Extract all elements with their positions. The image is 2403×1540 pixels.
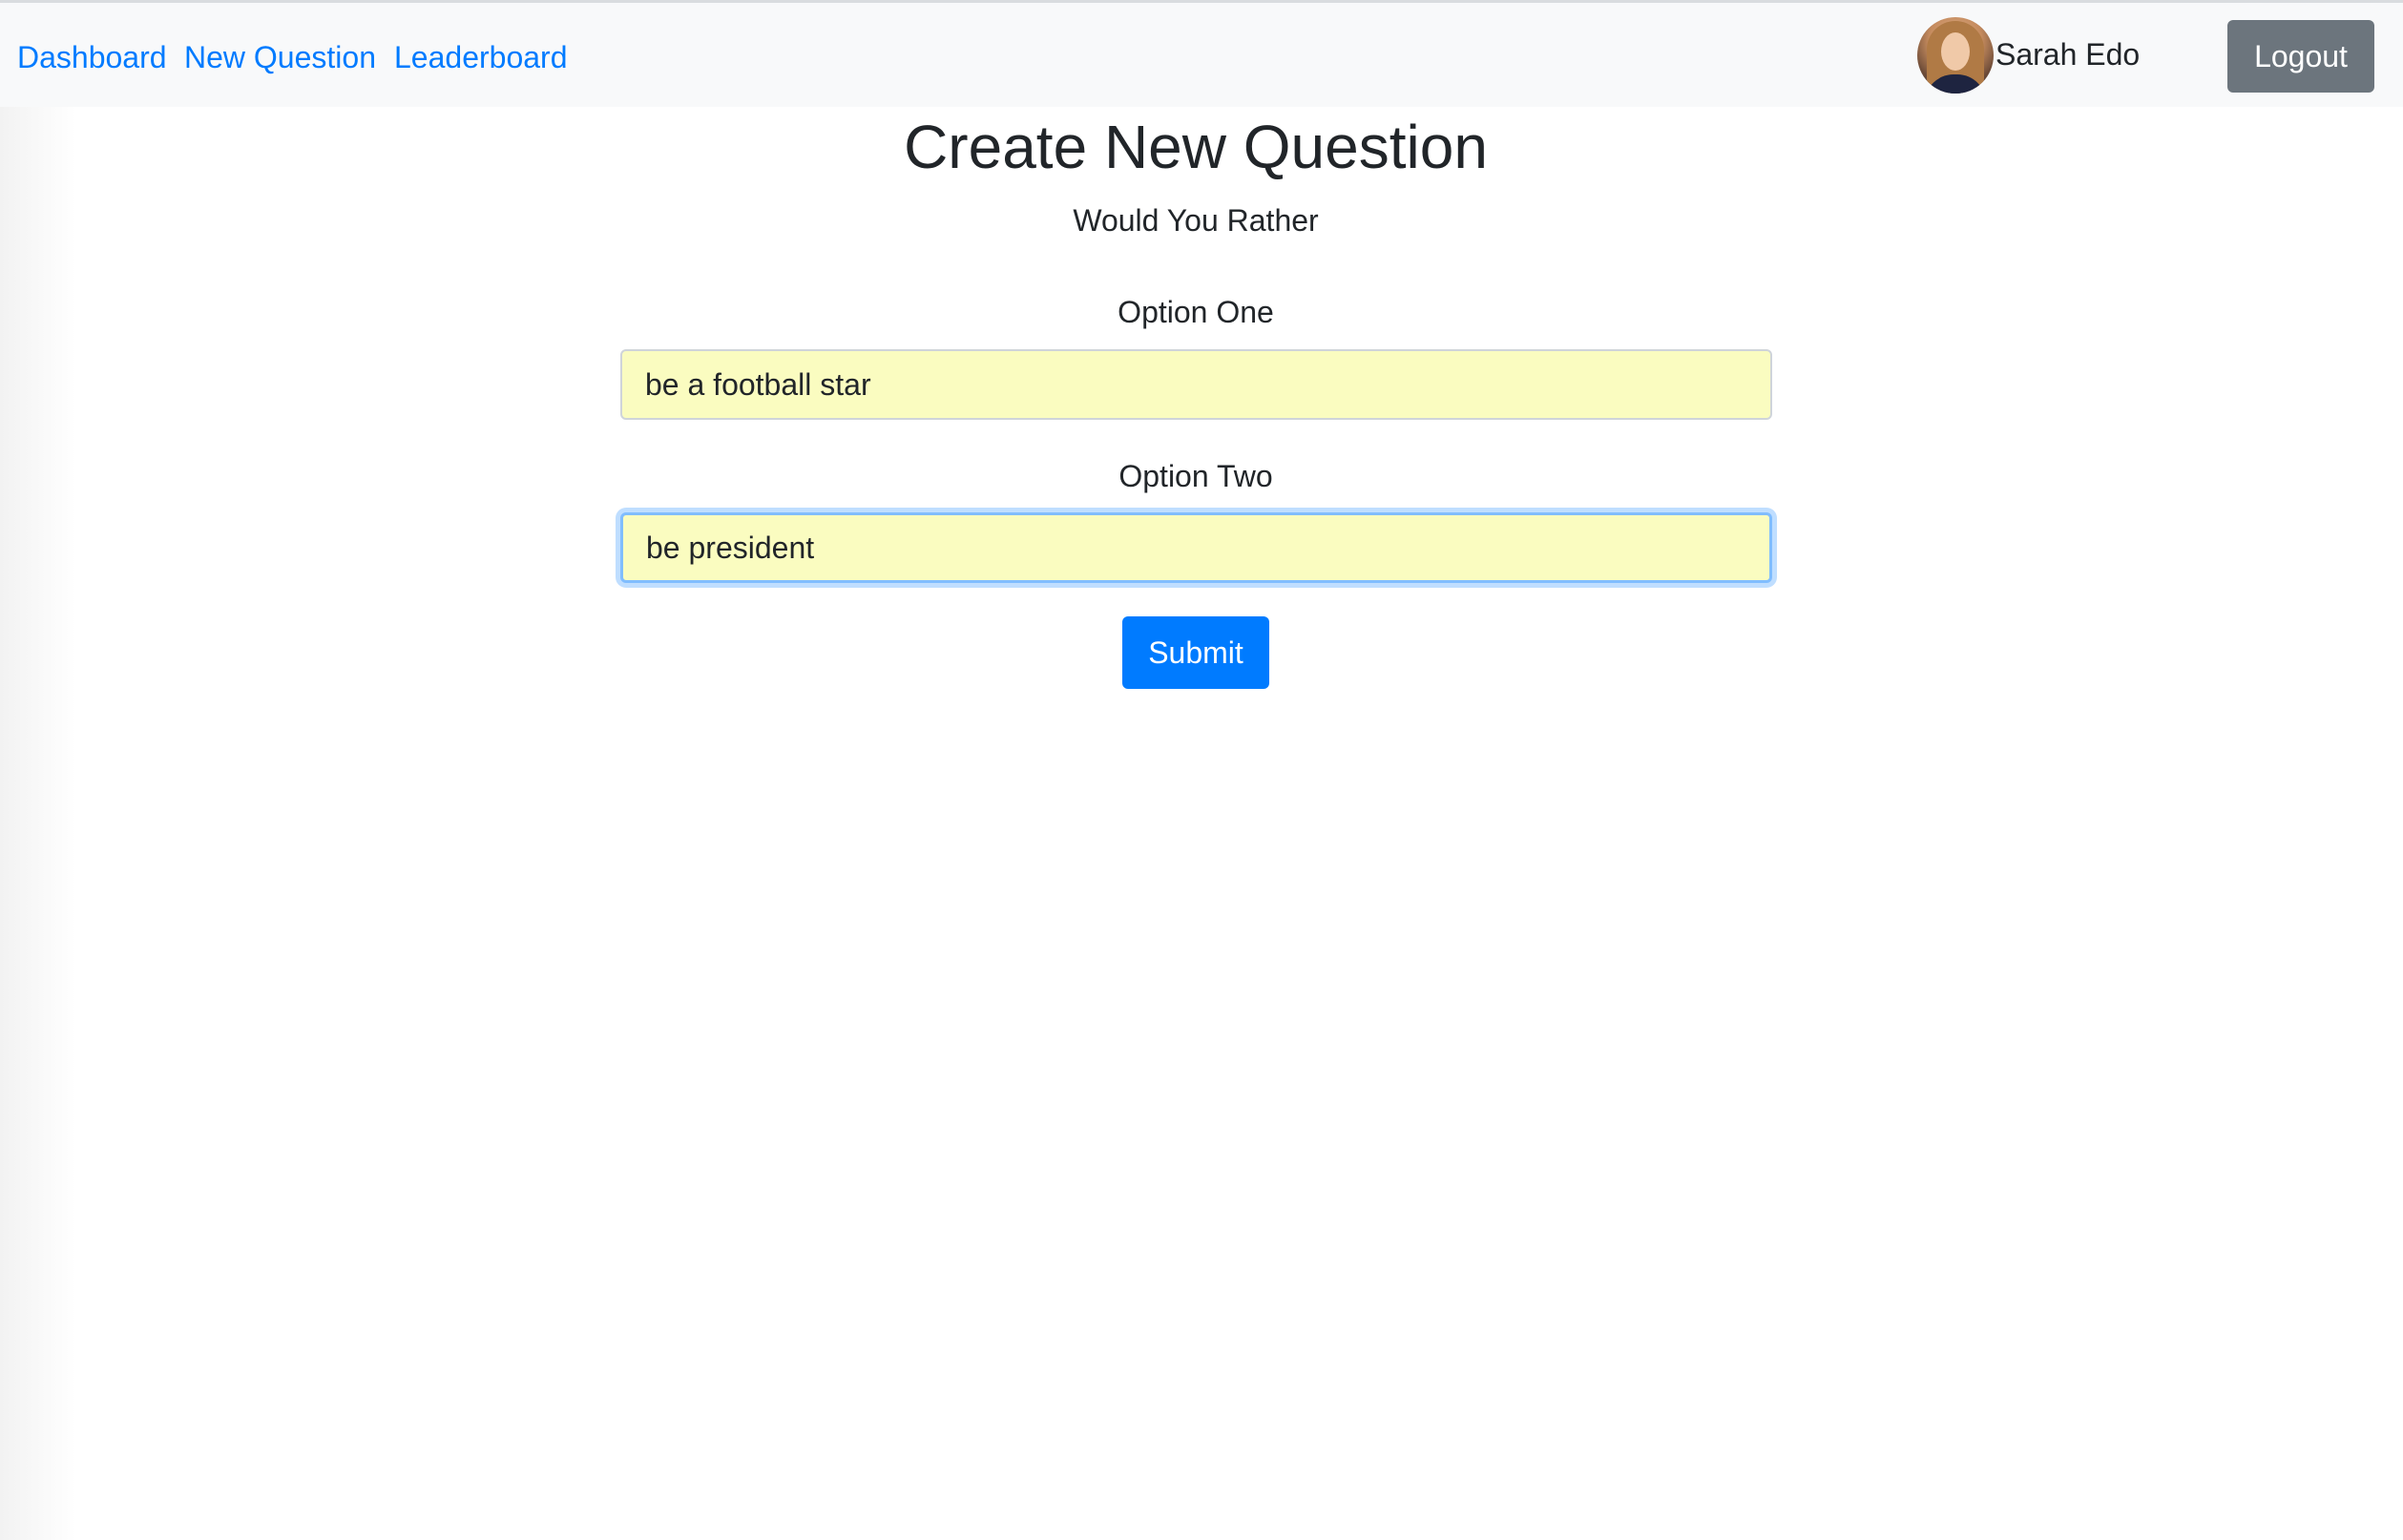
option-two-label: Option Two	[1118, 459, 1273, 493]
avatar-face	[1941, 32, 1970, 71]
avatar	[1917, 17, 1994, 94]
logout-button[interactable]: Logout	[2227, 20, 2374, 93]
nav-link-new-question[interactable]: New Question	[184, 39, 376, 75]
option-two-input[interactable]	[620, 512, 1772, 583]
nav-link-leaderboard[interactable]: Leaderboard	[394, 39, 567, 75]
option-one-label: Option One	[1118, 295, 1274, 329]
form-subtitle: Would You Rather	[1073, 203, 1319, 238]
user-name: Sarah Edo	[1996, 37, 2141, 72]
page-title: Create New Question	[904, 113, 1488, 181]
option-one-input[interactable]	[620, 349, 1772, 420]
navbar: Dashboard New Question Leaderboard Sarah…	[0, 3, 2403, 107]
nav-link-dashboard[interactable]: Dashboard	[17, 39, 167, 75]
submit-button[interactable]: Submit	[1122, 616, 1269, 689]
